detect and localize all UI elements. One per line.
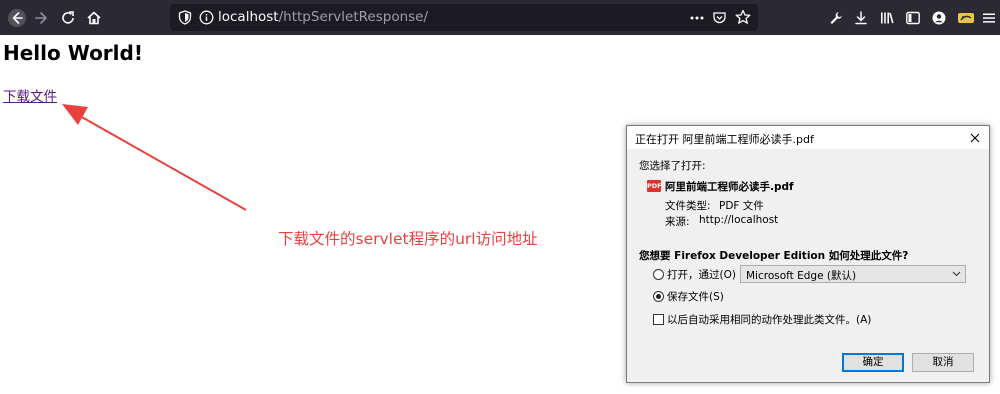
forward-arrow-icon[interactable] <box>28 5 54 31</box>
source-value: http://localhost <box>699 214 779 226</box>
handling-question: 您想要 Firefox Developer Edition 如何处理此文件? <box>639 250 909 262</box>
page-title: Hello World! <box>3 41 143 65</box>
save-file-radio[interactable] <box>653 291 664 302</box>
library-icon[interactable] <box>874 5 900 31</box>
downloads-icon[interactable] <box>848 5 874 31</box>
home-icon[interactable] <box>81 5 107 31</box>
account-icon[interactable] <box>926 5 952 31</box>
browser-toolbar: localhost/httpServletResponse/ <box>0 0 1000 35</box>
info-icon[interactable] <box>199 10 214 25</box>
download-file-link[interactable]: 下载文件 <box>3 85 57 105</box>
file-name: 阿里前端工程师必读手.pdf <box>665 181 794 193</box>
open-with-label[interactable]: 打开，通过(O) <box>667 267 736 282</box>
dialog-titlebar: 正在打开 阿里前端工程师必读手.pdf <box>627 126 989 149</box>
shield-icon[interactable] <box>178 10 192 25</box>
source-label: 来源: <box>665 216 690 228</box>
pocket-icon[interactable] <box>712 10 727 25</box>
save-file-label[interactable]: 保存文件(S) <box>667 289 724 304</box>
bookmark-star-icon[interactable] <box>735 9 751 25</box>
dialog-title: 正在打开 阿里前端工程师必读手.pdf <box>635 133 814 146</box>
open-with-app-select[interactable]: Microsoft Edge (默认) <box>740 265 966 283</box>
address-bar[interactable]: localhost/httpServletResponse/ <box>170 4 758 31</box>
menu-icon[interactable] <box>976 5 1000 31</box>
file-type-value: PDF 文件 <box>719 200 764 212</box>
close-icon[interactable] <box>965 128 985 147</box>
cancel-button[interactable]: 取消 <box>912 353 974 372</box>
file-type-label: 文件类型: <box>665 200 711 212</box>
url-text[interactable]: localhost/httpServletResponse/ <box>218 9 428 26</box>
sidebar-icon[interactable] <box>900 5 926 31</box>
auto-action-label[interactable]: 以后自动采用相同的动作处理此类文件。(A) <box>667 312 871 327</box>
more-actions-icon[interactable] <box>689 11 705 25</box>
open-file-dialog: 正在打开 阿里前端工程师必读手.pdf 您选择了打开: PDF 阿里前端工程师必… <box>626 125 990 383</box>
back-arrow-icon[interactable] <box>4 5 30 31</box>
chevron-down-icon <box>952 271 961 277</box>
annotation-text: 下载文件的servlet程序的url访问地址 <box>278 230 538 248</box>
wrench-icon[interactable] <box>823 5 849 31</box>
ok-button[interactable]: 确定 <box>842 353 904 372</box>
chosen-label: 您选择了打开: <box>639 160 706 172</box>
url-host: localhost <box>218 9 279 25</box>
open-with-app-value: Microsoft Edge (默认) <box>746 270 857 282</box>
reload-icon[interactable] <box>55 5 81 31</box>
open-with-radio[interactable] <box>653 269 664 280</box>
url-path: /httpServletResponse/ <box>278 9 429 25</box>
pdf-file-icon: PDF <box>647 180 662 192</box>
auto-action-checkbox[interactable] <box>653 314 664 325</box>
